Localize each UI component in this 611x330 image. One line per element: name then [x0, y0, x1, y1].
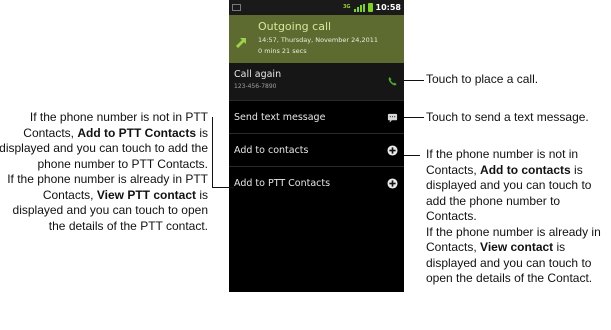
call-again-item[interactable]: Call again 123-456-7890 [229, 63, 404, 100]
call-header: Outgoing call 14:57, Thursday, November … [229, 15, 404, 63]
phone-icon[interactable] [387, 76, 398, 87]
callout-line-contacts [404, 155, 420, 156]
callout-line-ptt-vertical [212, 117, 213, 188]
note-send-text: Touch to send a text message. [426, 110, 589, 124]
phone-screen: 3G 10:58 Outgoing call 14:57, Thursday, … [229, 0, 404, 292]
add-contacts-item[interactable]: Add to contacts [229, 133, 404, 166]
status-time: 10:58 [375, 3, 401, 12]
add-circle-icon[interactable] [387, 145, 398, 156]
status-bar: 3G 10:58 [229, 0, 404, 15]
call-again-label: Call again [234, 69, 282, 80]
callout-line-send-text [404, 117, 424, 118]
notification-icon [232, 4, 241, 11]
add-contacts-label: Add to contacts [234, 145, 309, 156]
battery-icon [367, 3, 373, 12]
note-contacts: If the phone number is not in Contacts, … [426, 147, 601, 285]
note-ptt-contacts: If the phone number is not in PTT Contac… [0, 110, 208, 233]
callout-line-ptt-horizontal [212, 187, 234, 188]
network-type: 3G [342, 4, 351, 10]
call-again-number: 123-456-7890 [234, 83, 277, 90]
add-circle-icon[interactable] [387, 178, 398, 189]
send-text-item[interactable]: Send text message [229, 100, 404, 133]
callout-line-place-call [404, 80, 424, 81]
message-icon[interactable] [387, 112, 398, 123]
call-datetime: 14:57, Thursday, November 24,2011 [258, 36, 378, 44]
send-text-label: Send text message [234, 112, 326, 123]
add-ptt-contacts-item[interactable]: Add to PTT Contacts [229, 166, 404, 199]
note-place-call: Touch to place a call. [426, 72, 539, 86]
outgoing-call-icon [235, 37, 247, 49]
add-ptt-contacts-label: Add to PTT Contacts [234, 178, 331, 189]
signal-bars-icon [353, 3, 365, 12]
call-title: Outgoing call [258, 20, 332, 33]
call-duration: 0 mins 21 secs [258, 47, 307, 55]
